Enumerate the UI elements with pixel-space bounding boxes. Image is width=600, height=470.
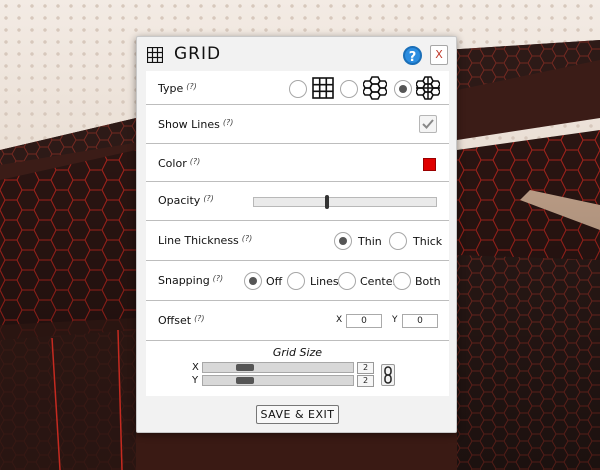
grid-size-x-value[interactable]: 2 bbox=[357, 362, 374, 374]
grid-dialog: GRID ? X Type (?) Show Lines (?) Color (… bbox=[136, 36, 457, 433]
square-grid-icon[interactable] bbox=[312, 77, 334, 99]
type-hex-radio[interactable] bbox=[340, 80, 358, 98]
type-square-radio[interactable] bbox=[289, 80, 307, 98]
dialog-title: GRID bbox=[174, 44, 222, 64]
grid-icon bbox=[147, 47, 163, 63]
thickness-thick-radio[interactable] bbox=[389, 232, 407, 250]
color-swatch[interactable] bbox=[423, 158, 436, 171]
snapping-both-label: Both bbox=[415, 275, 441, 288]
show-lines-checkbox[interactable] bbox=[419, 115, 437, 133]
show-lines-label: Show Lines (?) bbox=[158, 118, 234, 131]
line-thickness-label: Line Thickness (?) bbox=[158, 234, 253, 247]
offset-x-input[interactable]: 0 bbox=[346, 314, 382, 328]
color-label: Color (?) bbox=[158, 157, 201, 170]
chain-link-icon bbox=[384, 366, 392, 384]
thickness-thin-radio[interactable] bbox=[334, 232, 352, 250]
grid-size-y-label: Y bbox=[192, 375, 199, 386]
grid-size-x-slider[interactable] bbox=[202, 362, 354, 373]
grid-size-section: Grid Size X 2 Y 2 bbox=[146, 341, 449, 396]
grid-size-y-thumb[interactable] bbox=[236, 377, 254, 384]
snapping-label: Snapping (?) bbox=[158, 274, 224, 287]
help-button[interactable]: ? bbox=[403, 46, 422, 65]
hex-flower-icon[interactable] bbox=[363, 76, 387, 100]
type-label: Type (?) bbox=[158, 82, 197, 95]
grid-size-x-thumb[interactable] bbox=[236, 364, 254, 371]
opacity-label: Opacity (?) bbox=[158, 194, 214, 207]
snapping-lines-radio[interactable] bbox=[287, 272, 305, 290]
opacity-slider[interactable] bbox=[253, 195, 437, 209]
snapping-center-label: Center bbox=[360, 275, 398, 288]
offset-label: Offset (?) bbox=[158, 314, 205, 327]
snapping-off-label: Off bbox=[266, 275, 283, 288]
snapping-row: Snapping (?) Off Lines Center Both bbox=[146, 261, 449, 301]
snapping-both-radio[interactable] bbox=[393, 272, 411, 290]
snapping-center-radio[interactable] bbox=[338, 272, 356, 290]
grid-size-title: Grid Size bbox=[272, 346, 323, 359]
hex-flower-dense-icon[interactable] bbox=[416, 76, 440, 100]
thickness-thin-label: Thin bbox=[358, 235, 382, 248]
type-row: Type (?) bbox=[146, 71, 449, 105]
snapping-lines-label: Lines bbox=[310, 275, 339, 288]
grid-size-x-label: X bbox=[192, 362, 199, 373]
grid-size-y-value[interactable]: 2 bbox=[357, 375, 374, 387]
opacity-slider-thumb[interactable] bbox=[325, 195, 329, 209]
line-thickness-row: Line Thickness (?) Thin Thick bbox=[146, 221, 449, 261]
offset-y-input[interactable]: 0 bbox=[402, 314, 438, 328]
check-icon bbox=[422, 119, 434, 129]
close-button[interactable]: X bbox=[430, 45, 448, 65]
offset-y-label: Y bbox=[392, 315, 398, 325]
link-toggle-button[interactable] bbox=[381, 364, 395, 386]
offset-row: Offset (?) X 0 Y 0 bbox=[146, 301, 449, 341]
color-row: Color (?) bbox=[146, 144, 449, 182]
type-hex-dense-radio[interactable] bbox=[394, 80, 412, 98]
thickness-thick-label: Thick bbox=[413, 235, 443, 248]
snapping-off-radio[interactable] bbox=[244, 272, 262, 290]
offset-x-label: X bbox=[336, 315, 343, 325]
dialog-titlebar: GRID ? X bbox=[137, 37, 456, 71]
opacity-row: Opacity (?) bbox=[146, 182, 449, 221]
show-lines-row: Show Lines (?) bbox=[146, 105, 449, 144]
save-exit-button[interactable]: SAVE & EXIT bbox=[256, 405, 339, 424]
grid-size-y-slider[interactable] bbox=[202, 375, 354, 386]
dialog-body: Type (?) Show Lines (?) Color (?) Opacit… bbox=[146, 71, 449, 396]
